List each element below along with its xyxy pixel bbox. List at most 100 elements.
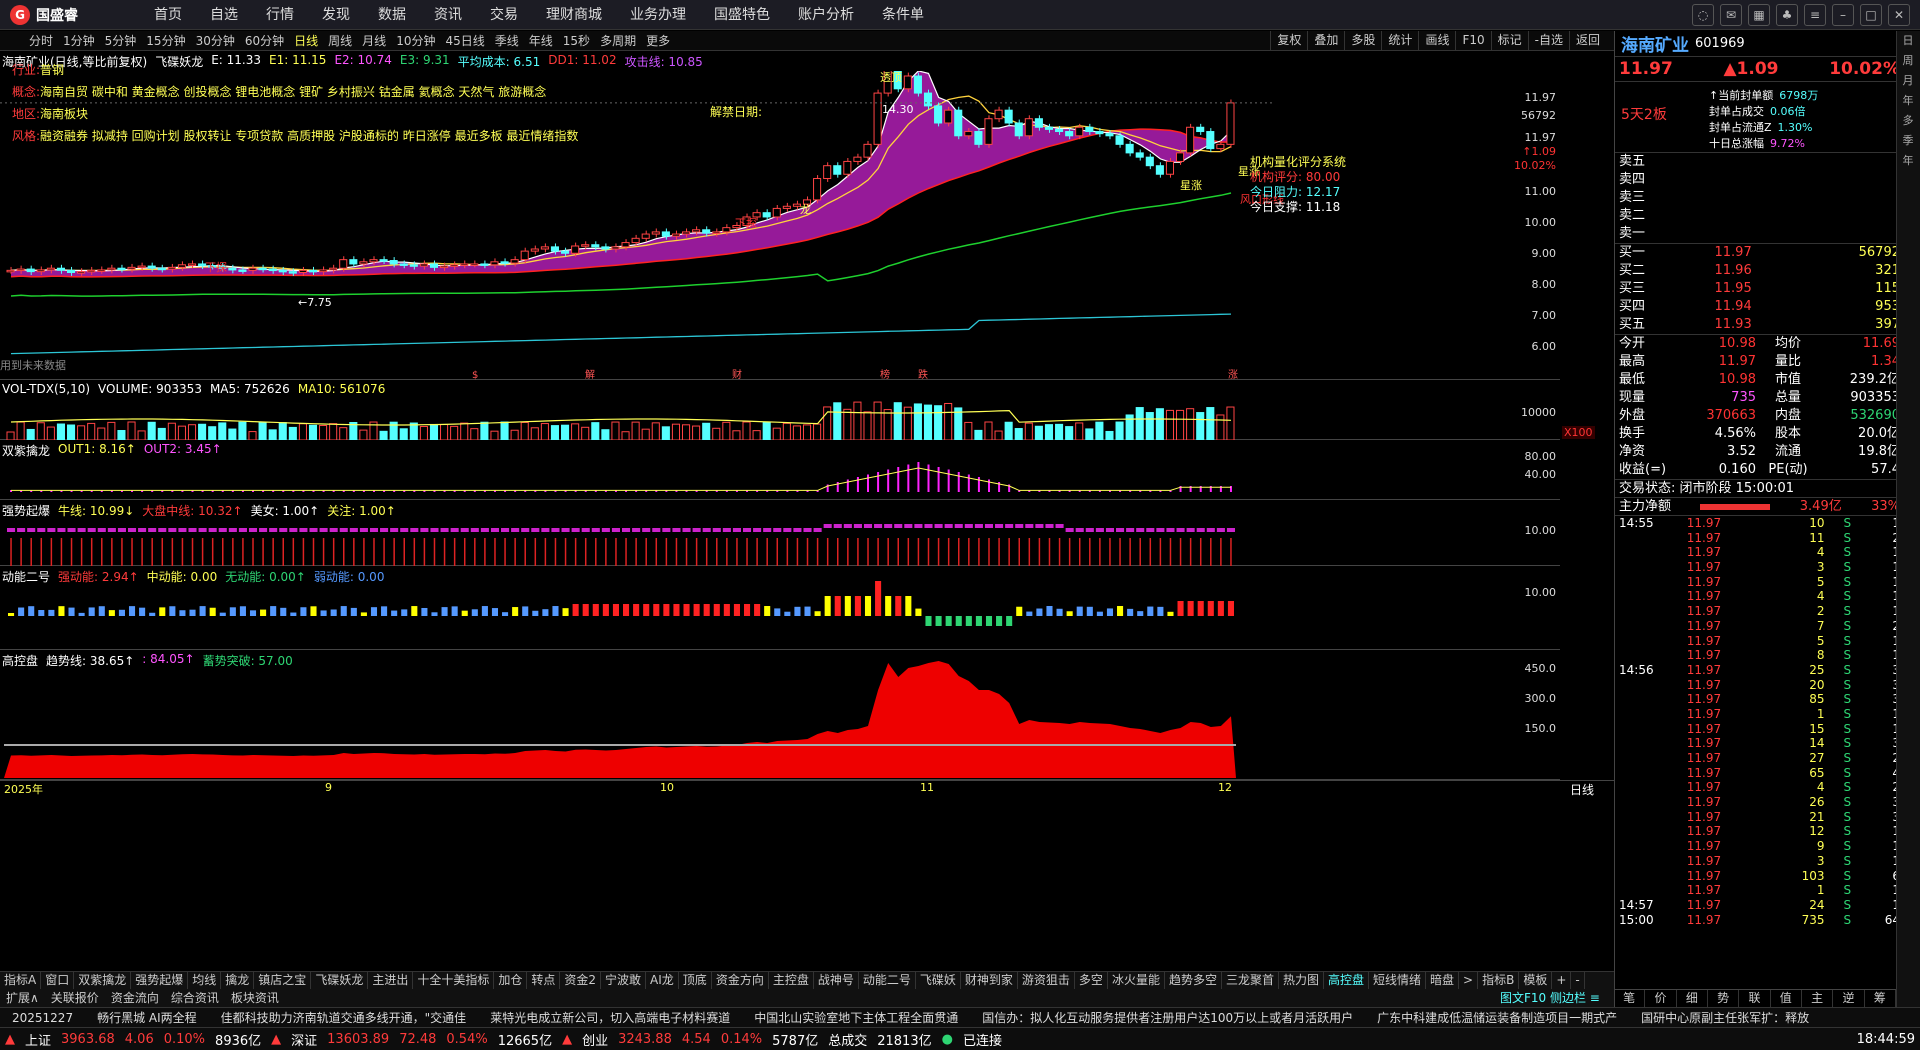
indicator-tab[interactable]: 热力图 [1279,972,1324,989]
tool-button[interactable]: 标记 [1490,31,1528,50]
info-tab[interactable]: 板块资讯 [225,989,285,1007]
buy-level[interactable]: 买二 11.96 321 [1615,262,1904,280]
side-tool[interactable]: 年 [1897,151,1919,171]
indicator-tab[interactable]: 趋势多空 [1165,972,1222,989]
indicator-tab[interactable]: 指标A [0,972,42,989]
news-item[interactable]: 广东中科建成低温储运装备制造项目一期式产 [1365,1008,1629,1027]
indicator-tab[interactable]: 动能二号 [859,972,916,989]
tick-list[interactable]: 14:55 11.97 10 S 1 11.97 11 S 2 11.97 4 S 1 11.97 3 S 11… [1615,516,1904,927]
menu-item[interactable]: 首页 [140,0,196,30]
period-tab[interactable]: 多周期 [595,31,641,51]
indicator-tab[interactable]: 模板 [1519,972,1553,989]
period-tab[interactable]: 5分钟 [100,31,142,51]
menu-icon[interactable]: ≡ [1804,4,1826,26]
maximize-icon[interactable]: □ [1860,4,1882,26]
side-tool[interactable]: 日 [1897,31,1919,51]
quote-tab[interactable]: 细 [1677,990,1708,1007]
indicator-tab[interactable]: - [1571,972,1585,989]
quote-tab[interactable]: 主 [1802,990,1834,1007]
quote-tab[interactable]: 值 [1771,990,1802,1007]
sell-level[interactable]: 卖二 [1615,207,1904,225]
indicator-tab[interactable]: 短线情绪 [1369,972,1427,989]
indicator-tab[interactable]: AI龙 [646,972,679,989]
buy-level[interactable]: 买一 11.97 56792 [1615,244,1904,262]
menu-item[interactable]: 自选 [196,0,252,30]
indicator-tab[interactable]: 窗口 [41,972,75,989]
szql-panel[interactable]: 双紫擒龙 OUT1: 8.16↑ OUT2: 3.45↑ 80.00 40.00 [0,440,1560,500]
indicator-tab[interactable]: 多空 [1075,972,1108,989]
indicator-tab[interactable]: 飞碟妖 [916,972,961,989]
news-item[interactable]: 畅行黑城 AI两全程 [85,1008,209,1027]
volume-panel[interactable]: VOL-TDX(5,10) VOLUME: 903353 MA5: 752626… [0,380,1595,440]
period-tab[interactable]: 30分钟 [191,31,240,51]
kline-panel[interactable]: 海南矿业(日线,等比前复权) 飞碟妖龙 E: 11.33 E1: 11.15 E… [0,51,1560,380]
menu-item[interactable]: 理财商城 [532,0,616,30]
menu-item[interactable]: 条件单 [868,0,938,30]
f10-sidebar-link[interactable]: 图文F10 侧边栏 ≡ [1500,989,1600,1007]
news-item[interactable]: 国研中心原副主任张军扩：释放 [1629,1008,1821,1027]
quote-tab[interactable]: 联 [1739,990,1771,1007]
qsqb-panel[interactable]: 强势起爆 牛线: 10.99↓ 大盘中线: 10.32↑ 美女: 1.00↑ 关… [0,500,1560,566]
period-tab[interactable]: 15秒 [558,31,595,51]
menu-item[interactable]: 业务办理 [616,0,700,30]
tool-button[interactable]: 统计 [1381,31,1418,50]
period-tab[interactable]: 15分钟 [141,31,190,51]
news-item[interactable]: 20251227 [0,1008,85,1027]
info-tab[interactable]: 综合资讯 [165,989,225,1007]
tool-button[interactable]: 多股 [1344,31,1381,50]
period-tab[interactable]: 季线 [490,31,524,51]
info-tab[interactable]: 资金流向 [105,989,165,1007]
tool-button[interactable]: 画线 [1418,31,1455,50]
indicator-tab[interactable]: 转点 [527,972,561,989]
indicator-tab[interactable]: 擒龙 [221,972,255,989]
period-tab[interactable]: 月线 [357,31,391,51]
period-tab[interactable]: 10分钟 [391,31,440,51]
menu-item[interactable]: 发现 [308,0,364,30]
tool-button[interactable]: 复权 [1270,31,1307,50]
close-icon[interactable]: ✕ [1888,4,1910,26]
news-item[interactable]: 佳都科技助力济南轨道交通多线开通，"交通佳 [209,1008,479,1027]
sell-level[interactable]: 卖四 [1615,171,1904,189]
indicator-tab[interactable]: 暗盘 [1426,972,1460,989]
chat-icon[interactable]: ◌ [1692,4,1714,26]
gkp-chart[interactable] [0,650,1560,780]
info-tab[interactable]: 关联报价 [45,989,105,1007]
side-tool[interactable]: 多 [1897,111,1919,131]
minimize-icon[interactable]: – [1832,4,1854,26]
quote-tab[interactable]: 筹 [1865,990,1896,1007]
period-tab[interactable]: 60分钟 [240,31,289,51]
news-ticker[interactable]: 20251227 畅行黑城 AI两全程 佳都科技助力济南轨道交通多线开通，"交通佳莱… [0,1007,1920,1027]
shirt-icon[interactable]: ♣ [1776,4,1798,26]
news-item[interactable]: 莱特光电成立新公司，切入高端电子材料赛道 [478,1008,742,1027]
period-tab[interactable]: 年线 [524,31,558,51]
buy-level[interactable]: 买四 11.94 953 [1615,298,1904,316]
quote-tab[interactable]: 价 [1645,990,1677,1007]
period-tab[interactable]: 日线 [289,31,323,51]
indicator-tab[interactable]: 游资狙击 [1018,972,1075,989]
x-period[interactable]: 日线 [1570,781,1594,798]
side-tool[interactable]: 月 [1897,71,1919,91]
side-tool[interactable]: 季 [1897,131,1919,151]
dn-panel[interactable]: 动能二号 强动能: 2.94↑ 中动能: 0.00 无动能: 0.00↑ 弱动能… [0,566,1560,650]
indicator-tab[interactable]: 冰火量能 [1108,972,1165,989]
indicator-tab[interactable]: 加仓 [494,972,528,989]
tool-button[interactable]: F10 [1455,31,1490,50]
mail-icon[interactable]: ✉ [1720,4,1742,26]
info-tab[interactable]: 扩展∧ [0,989,45,1007]
indicator-tab[interactable]: 三龙聚首 [1222,972,1279,989]
tool-button[interactable]: 叠加 [1307,31,1344,50]
indicator-tab[interactable]: 指标B [1478,972,1520,989]
indicator-tab[interactable]: > [1459,972,1479,989]
menu-item[interactable]: 资讯 [420,0,476,30]
news-item[interactable]: 中国北山实验室地下主体工程全面贯通 [742,1008,970,1027]
side-tool[interactable]: 年 [1897,91,1919,111]
menu-item[interactable]: 国盛特色 [700,0,784,30]
indicator-tab[interactable]: 宁波敢 [601,972,647,989]
tool-button[interactable]: -自选 [1527,31,1569,50]
indicator-tab[interactable]: 主控盘 [769,972,814,989]
menu-item[interactable]: 账户分析 [784,0,868,30]
menu-item[interactable]: 行情 [252,0,308,30]
indicator-tab[interactable]: 资金2 [560,972,602,989]
indicator-tab[interactable]: 双紫擒龙 [74,972,132,989]
indicator-tab[interactable]: 财神到家 [961,972,1018,989]
